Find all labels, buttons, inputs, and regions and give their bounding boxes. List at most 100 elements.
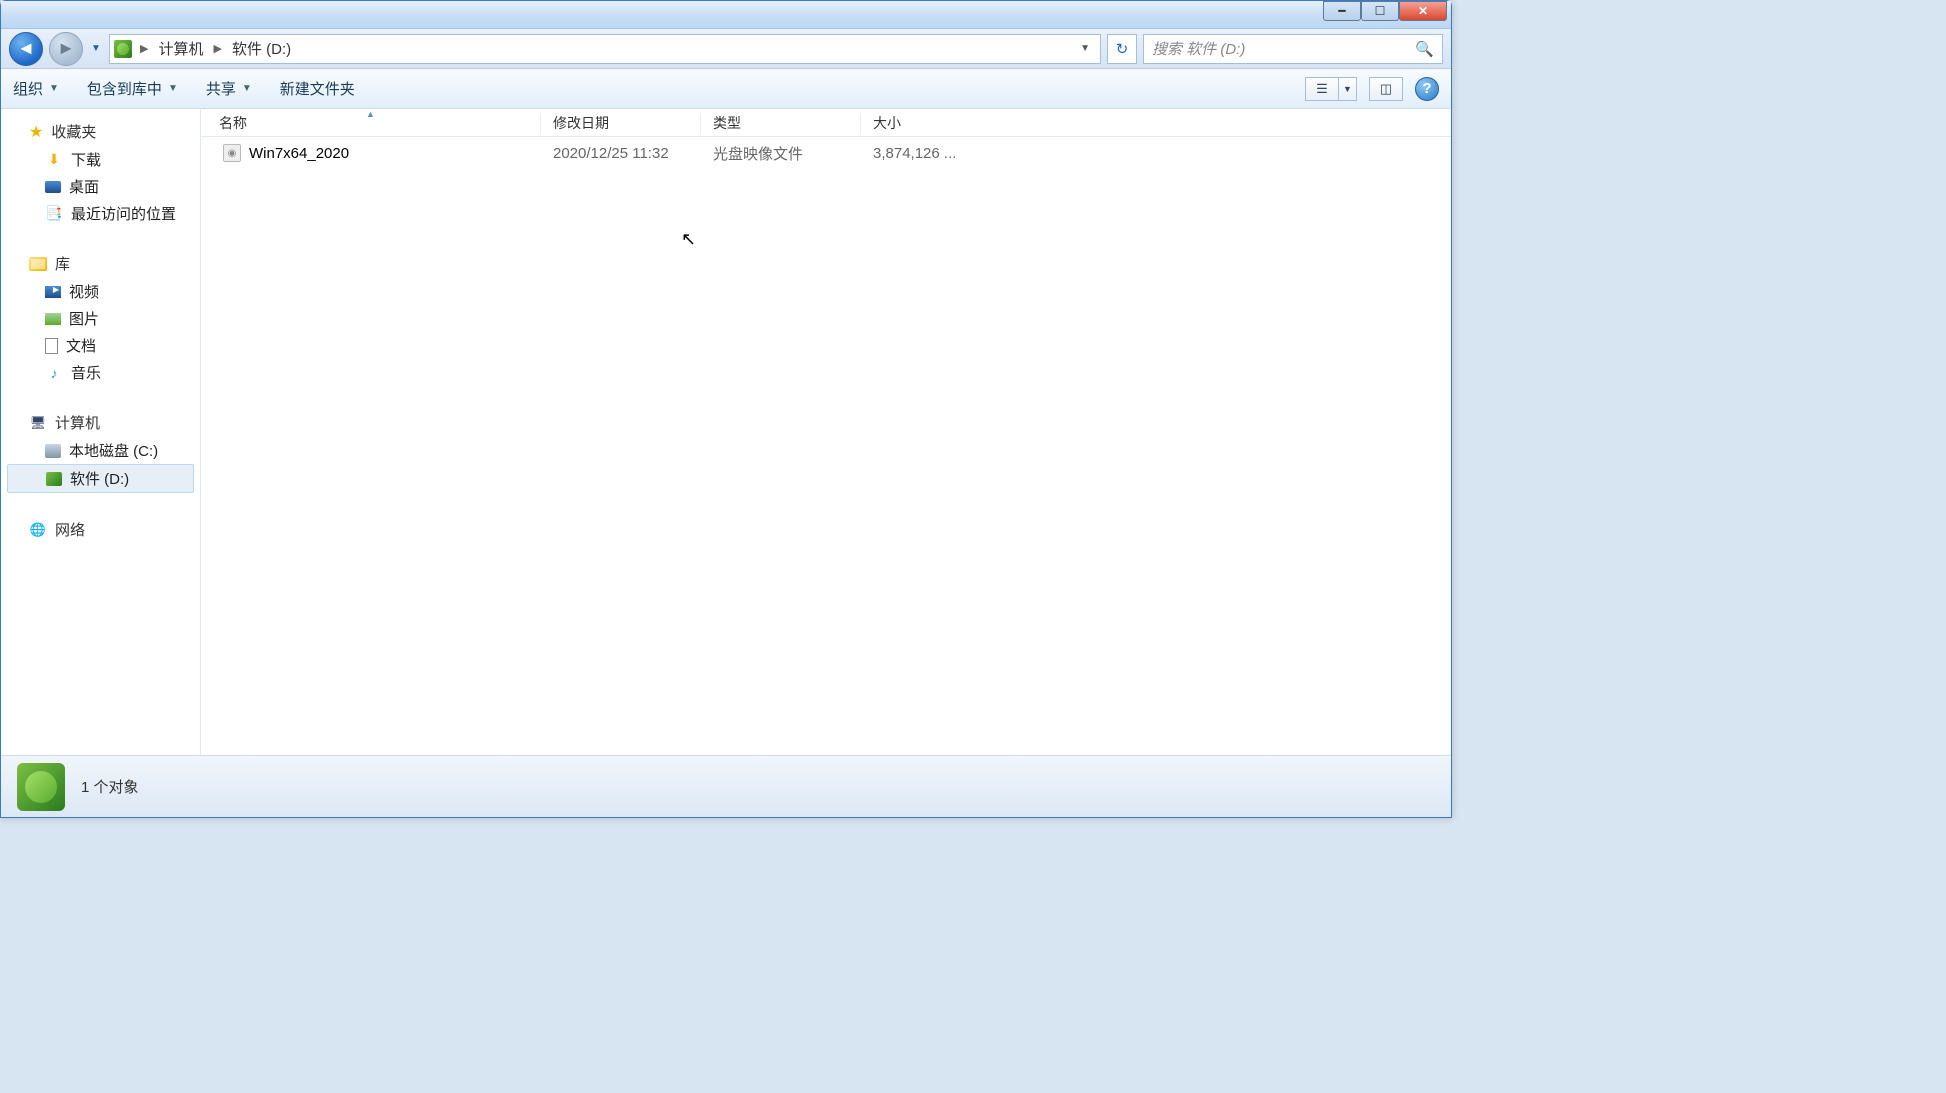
- refresh-button[interactable]: ↻: [1107, 34, 1137, 64]
- desktop-label: 桌面: [69, 176, 99, 197]
- favorites-label: 收藏夹: [51, 121, 96, 142]
- sidebar-recent[interactable]: 最近访问的位置: [1, 200, 200, 227]
- sidebar-music[interactable]: 音乐: [1, 359, 200, 386]
- close-button[interactable]: ✕: [1399, 1, 1447, 21]
- computer-label: 计算机: [55, 412, 100, 433]
- network-label: 网络: [55, 519, 85, 540]
- file-list-area[interactable]: ▲ 名称 修改日期 类型 大小 ◉ Win7x64_2020 2020/12/2…: [201, 109, 1451, 755]
- sidebar-drive-d[interactable]: 软件 (D:): [7, 464, 194, 493]
- column-type[interactable]: 类型: [701, 113, 861, 133]
- address-bar[interactable]: ▶ 计算机 ▶ 软件 (D:) ▼: [109, 34, 1101, 64]
- libraries-group: 库 视频 图片 文档 音乐: [1, 249, 200, 386]
- include-label: 包含到库中: [87, 78, 162, 99]
- library-icon: [29, 257, 47, 271]
- star-icon: ★: [29, 122, 43, 142]
- file-name-cell: ◉ Win7x64_2020: [201, 144, 541, 162]
- drive-icon: [114, 40, 132, 58]
- minimize-button[interactable]: ━: [1323, 1, 1361, 21]
- document-icon: [45, 338, 58, 354]
- sidebar-favorites[interactable]: ★ 收藏夹: [1, 117, 200, 146]
- sidebar-pictures[interactable]: 图片: [1, 305, 200, 332]
- view-mode-dropdown[interactable]: ▼: [1339, 77, 1357, 101]
- share-button[interactable]: 共享 ▼: [206, 78, 252, 99]
- drive-d-label: 软件 (D:): [70, 468, 129, 489]
- column-name[interactable]: ▲ 名称: [201, 113, 541, 133]
- forward-button[interactable]: ►: [49, 32, 83, 66]
- drive-large-icon: [17, 763, 65, 811]
- organize-button[interactable]: 组织 ▼: [13, 78, 59, 99]
- drive-c-label: 本地磁盘 (C:): [69, 440, 158, 461]
- organize-label: 组织: [13, 78, 43, 99]
- status-bar: 1 个对象: [1, 755, 1451, 817]
- column-name-label: 名称: [219, 115, 247, 131]
- music-label: 音乐: [71, 362, 101, 383]
- toolbar-right: ☰ ▼ ◫ ?: [1305, 77, 1439, 101]
- file-size-cell: 3,874,126 ...: [861, 145, 971, 162]
- toolbar: 组织 ▼ 包含到库中 ▼ 共享 ▼ 新建文件夹 ☰ ▼ ◫ ?: [1, 69, 1451, 109]
- pictures-label: 图片: [69, 308, 99, 329]
- address-dropdown[interactable]: ▼: [1074, 43, 1096, 54]
- video-icon: [45, 286, 61, 298]
- sidebar-network[interactable]: 网络: [1, 515, 200, 544]
- file-date-cell: 2020/12/25 11:32: [541, 145, 701, 162]
- download-icon: [45, 151, 63, 169]
- file-row[interactable]: ◉ Win7x64_2020 2020/12/25 11:32 光盘映像文件 3…: [201, 137, 1451, 169]
- breadcrumb-drive[interactable]: 软件 (D:): [230, 38, 293, 59]
- window-controls: ━ ☐ ✕: [1323, 1, 1447, 21]
- chevron-down-icon: ▼: [168, 83, 178, 94]
- view-mode-button[interactable]: ☰: [1305, 77, 1339, 101]
- favorites-group: ★ 收藏夹 下载 桌面 最近访问的位置: [1, 117, 200, 227]
- chevron-down-icon: ▼: [242, 83, 252, 94]
- status-count: 1 个对象: [81, 776, 139, 797]
- include-library-button[interactable]: 包含到库中 ▼: [87, 78, 178, 99]
- libraries-label: 库: [55, 253, 70, 274]
- downloads-label: 下载: [71, 149, 101, 170]
- preview-pane-button[interactable]: ◫: [1369, 77, 1403, 101]
- network-group: 网络: [1, 515, 200, 544]
- share-label: 共享: [206, 78, 236, 99]
- sidebar-documents[interactable]: 文档: [1, 332, 200, 359]
- sidebar-drive-c[interactable]: 本地磁盘 (C:): [1, 437, 200, 464]
- navigation-pane: ★ 收藏夹 下载 桌面 最近访问的位置: [1, 109, 201, 755]
- new-folder-label: 新建文件夹: [280, 78, 355, 99]
- titlebar[interactable]: ━ ☐ ✕: [1, 1, 1451, 29]
- breadcrumb-separator: ▶: [136, 42, 152, 55]
- history-dropdown[interactable]: ▼: [89, 43, 103, 54]
- picture-icon: [45, 313, 61, 325]
- search-icon[interactable]: 🔍: [1415, 40, 1434, 58]
- search-placeholder: 搜索 软件 (D:): [1152, 38, 1245, 59]
- music-icon: [45, 364, 63, 382]
- videos-label: 视频: [69, 281, 99, 302]
- column-date[interactable]: 修改日期: [541, 113, 701, 133]
- iso-file-icon: ◉: [223, 144, 241, 162]
- recent-label: 最近访问的位置: [71, 203, 176, 224]
- maximize-button[interactable]: ☐: [1361, 1, 1399, 21]
- column-size[interactable]: 大小: [861, 113, 971, 133]
- search-input[interactable]: 搜索 软件 (D:) 🔍: [1143, 34, 1443, 64]
- sidebar-downloads[interactable]: 下载: [1, 146, 200, 173]
- navigation-row: ◄ ► ▼ ▶ 计算机 ▶ 软件 (D:) ▼ ↻ 搜索 软件 (D:) 🔍: [1, 29, 1451, 69]
- sidebar-desktop[interactable]: 桌面: [1, 173, 200, 200]
- back-button[interactable]: ◄: [9, 32, 43, 66]
- sidebar-computer[interactable]: 计算机: [1, 408, 200, 437]
- column-headers: ▲ 名称 修改日期 类型 大小: [201, 109, 1451, 137]
- documents-label: 文档: [66, 335, 96, 356]
- sort-indicator-icon: ▲: [366, 109, 375, 119]
- main-area: ★ 收藏夹 下载 桌面 最近访问的位置: [1, 109, 1451, 755]
- recent-icon: [45, 205, 63, 223]
- explorer-window: ━ ☐ ✕ ◄ ► ▼ ▶ 计算机 ▶ 软件 (D:) ▼ ↻ 搜索 软件 (D…: [0, 0, 1452, 818]
- desktop-icon: [45, 181, 61, 193]
- computer-icon: [29, 414, 47, 432]
- breadcrumb-computer[interactable]: 计算机: [156, 38, 205, 59]
- new-folder-button[interactable]: 新建文件夹: [280, 78, 355, 99]
- chevron-down-icon: ▼: [49, 83, 59, 94]
- sidebar-videos[interactable]: 视频: [1, 278, 200, 305]
- file-name: Win7x64_2020: [249, 145, 349, 162]
- mouse-cursor-icon: ↖: [681, 229, 696, 250]
- drive-icon: [46, 472, 62, 486]
- network-icon: [29, 521, 47, 539]
- file-type-cell: 光盘映像文件: [701, 143, 861, 164]
- help-button[interactable]: ?: [1415, 77, 1439, 101]
- sidebar-libraries[interactable]: 库: [1, 249, 200, 278]
- drive-icon: [45, 444, 61, 458]
